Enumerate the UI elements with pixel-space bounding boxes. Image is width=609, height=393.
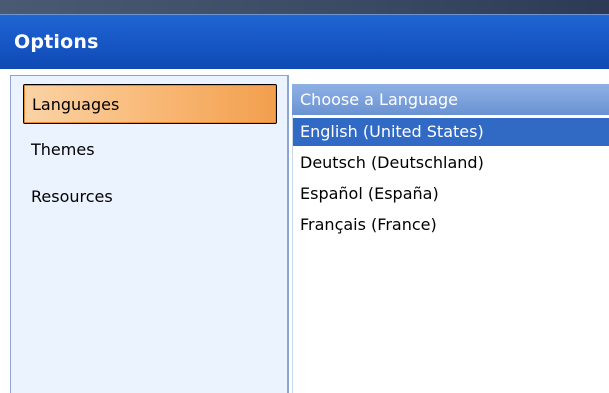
language-option-deutsch[interactable]: Deutsch (Deutschland): [293, 149, 609, 177]
sidebar-item-languages[interactable]: Languages: [23, 84, 277, 124]
panel-header: Choose a Language: [292, 84, 609, 115]
sidebar-item-themes[interactable]: Themes: [23, 130, 287, 170]
sidebar-item-resources[interactable]: Resources: [23, 177, 287, 217]
language-option-espanol[interactable]: Español (España): [293, 180, 609, 208]
language-option-english[interactable]: English (United States): [293, 118, 609, 146]
title-bar[interactable]: Options: [0, 14, 609, 69]
language-list[interactable]: English (United States) Deutsch (Deutsch…: [292, 115, 609, 393]
parent-window-strip: [0, 0, 609, 14]
options-sidebar: Languages Themes Resources: [10, 75, 288, 393]
window-title: Options: [14, 31, 99, 53]
language-panel: Choose a Language English (United States…: [288, 75, 609, 393]
language-option-francais[interactable]: Français (France): [293, 211, 609, 239]
